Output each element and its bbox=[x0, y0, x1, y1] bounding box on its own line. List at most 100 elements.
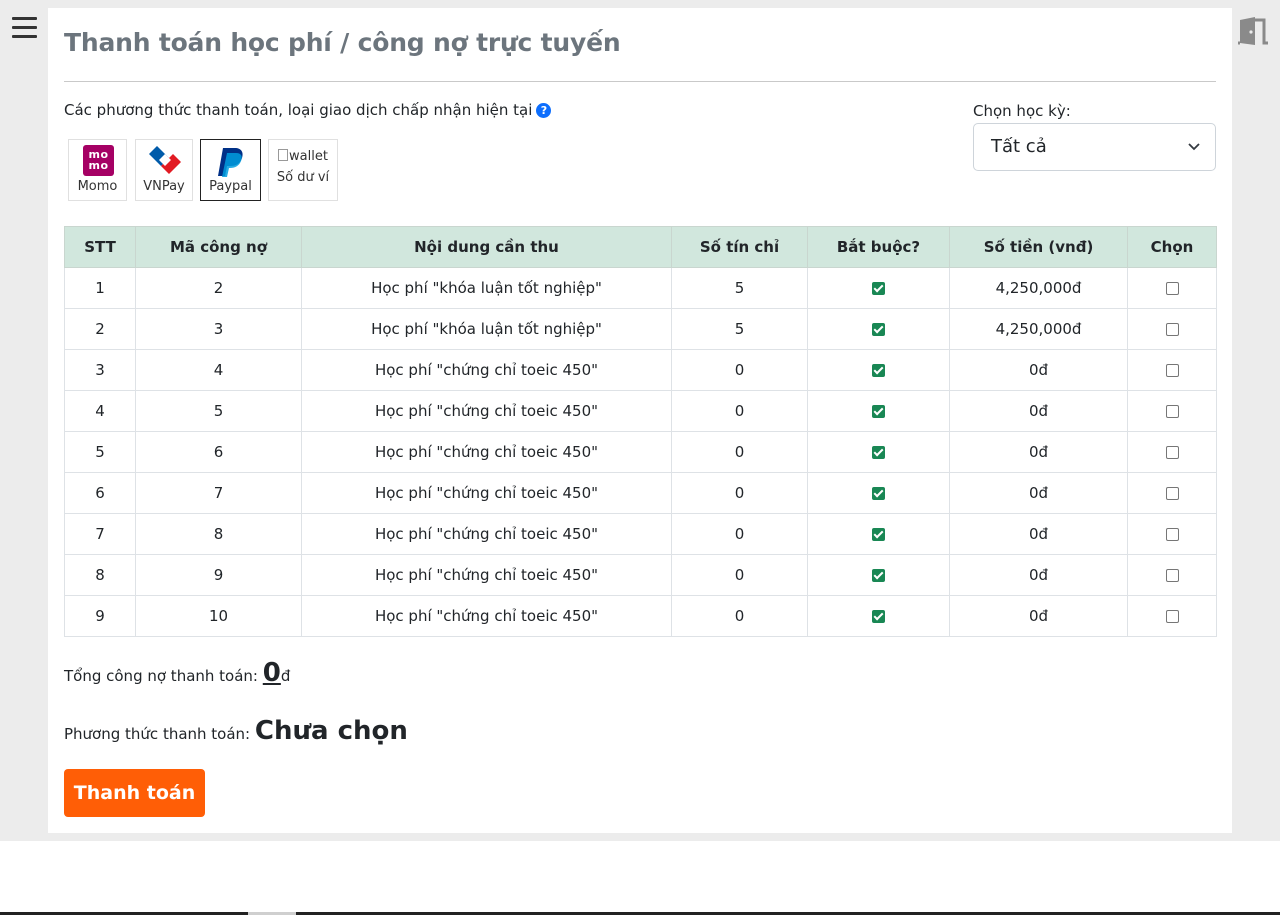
cell-noi-dung: Học phí "chứng chỉ toeic 450" bbox=[301, 554, 672, 596]
cell-chon bbox=[1127, 267, 1217, 309]
cell-so-tin-chi: 5 bbox=[671, 267, 808, 309]
cell-so-tin-chi: 0 bbox=[671, 431, 808, 473]
cell-ma-cong-no: 10 bbox=[135, 595, 302, 637]
payment-methods-label: Các phương thức thanh toán, loại giao dị… bbox=[64, 101, 552, 119]
cell-so-tien: 4,250,000đ bbox=[949, 267, 1128, 309]
cell-so-tin-chi: 0 bbox=[671, 390, 808, 432]
cell-noi-dung: Học phí "khóa luận tốt nghiệp" bbox=[301, 267, 672, 309]
method-value: Chưa chọn bbox=[254, 716, 408, 746]
vnpay-logo bbox=[149, 146, 181, 174]
cell-so-tien: 0đ bbox=[949, 513, 1128, 555]
door-exit-icon[interactable] bbox=[1237, 16, 1269, 46]
total-amount: 0 bbox=[262, 658, 281, 688]
cell-ma-cong-no: 8 bbox=[135, 513, 302, 555]
cell-ma-cong-no: 5 bbox=[135, 390, 302, 432]
cell-so-tien: 0đ bbox=[949, 390, 1128, 432]
payment-method-momo[interactable]: mo mo Momo bbox=[68, 139, 127, 201]
cell-chon bbox=[1127, 431, 1217, 473]
total-debt: Tổng công nợ thanh toán: 0đ bbox=[64, 658, 290, 688]
cell-stt: 9 bbox=[64, 595, 136, 637]
required-checkbox bbox=[872, 487, 885, 500]
method-label: Phương thức thanh toán: bbox=[64, 725, 251, 743]
select-checkbox[interactable] bbox=[1165, 364, 1179, 377]
payment-methods-text: Các phương thức thanh toán, loại giao dị… bbox=[64, 101, 533, 119]
select-checkbox[interactable] bbox=[1165, 282, 1179, 295]
semester-select-value: Tất cả bbox=[991, 136, 1047, 157]
cell-noi-dung: Học phí "khóa luận tốt nghiệp" bbox=[301, 308, 672, 350]
cell-so-tien: 0đ bbox=[949, 595, 1128, 637]
cell-ma-cong-no: 4 bbox=[135, 349, 302, 391]
payment-method-paypal[interactable]: Paypal bbox=[200, 139, 261, 201]
payment-method-label: Momo bbox=[77, 179, 118, 194]
cell-so-tien: 0đ bbox=[949, 554, 1128, 596]
payment-method-label: Paypal bbox=[209, 179, 252, 194]
cell-stt: 1 bbox=[64, 267, 136, 309]
chevron-down-icon bbox=[1188, 143, 1200, 151]
help-icon[interactable]: ? bbox=[536, 103, 552, 118]
cell-so-tin-chi: 0 bbox=[671, 595, 808, 637]
payment-card: Thanh toán học phí / công nợ trực tuyến … bbox=[48, 8, 1232, 833]
cell-noi-dung: Học phí "chứng chỉ toeic 450" bbox=[301, 431, 672, 473]
cell-bat-buoc bbox=[807, 267, 950, 309]
cell-stt: 4 bbox=[64, 390, 136, 432]
column-header-noi-dung: Nội dung cần thu bbox=[301, 226, 672, 268]
cell-bat-buoc bbox=[807, 431, 950, 473]
cell-chon bbox=[1127, 554, 1217, 596]
cell-so-tin-chi: 0 bbox=[671, 554, 808, 596]
cell-noi-dung: Học phí "chứng chỉ toeic 450" bbox=[301, 513, 672, 555]
required-checkbox bbox=[872, 364, 885, 377]
cell-ma-cong-no: 7 bbox=[135, 472, 302, 514]
required-checkbox bbox=[872, 528, 885, 541]
cell-stt: 6 bbox=[64, 472, 136, 514]
table-row: 5 6 Học phí "chứng chỉ toeic 450" 0 0đ bbox=[64, 431, 1217, 473]
select-checkbox[interactable] bbox=[1165, 487, 1179, 500]
pay-button[interactable]: Thanh toán bbox=[64, 769, 205, 817]
column-header-ma-cong-no: Mã công nợ bbox=[135, 226, 302, 268]
select-checkbox[interactable] bbox=[1165, 569, 1179, 582]
cell-bat-buoc bbox=[807, 472, 950, 514]
hamburger-menu-icon[interactable] bbox=[12, 17, 38, 41]
semester-select[interactable]: Tất cả bbox=[973, 123, 1216, 171]
payment-method-wallet[interactable]: wallet Số dư ví bbox=[268, 139, 338, 201]
cell-chon bbox=[1127, 595, 1217, 637]
select-checkbox[interactable] bbox=[1165, 610, 1179, 623]
select-checkbox[interactable] bbox=[1165, 528, 1179, 541]
cell-noi-dung: Học phí "chứng chỉ toeic 450" bbox=[301, 349, 672, 391]
momo-logo: mo mo bbox=[83, 145, 114, 176]
paypal-logo bbox=[218, 148, 243, 177]
cell-noi-dung: Học phí "chứng chỉ toeic 450" bbox=[301, 390, 672, 432]
title-divider bbox=[64, 81, 1216, 82]
required-checkbox bbox=[872, 405, 885, 418]
table-row: 7 8 Học phí "chứng chỉ toeic 450" 0 0đ bbox=[64, 513, 1217, 555]
cell-stt: 8 bbox=[64, 554, 136, 596]
cell-bat-buoc bbox=[807, 513, 950, 555]
required-checkbox bbox=[872, 610, 885, 623]
cell-ma-cong-no: 3 bbox=[135, 308, 302, 350]
cell-chon bbox=[1127, 513, 1217, 555]
total-currency: đ bbox=[280, 667, 291, 685]
total-label: Tổng công nợ thanh toán: bbox=[64, 667, 258, 685]
select-checkbox[interactable] bbox=[1165, 446, 1179, 459]
payment-method-summary: Phương thức thanh toán: Chưa chọn bbox=[64, 716, 408, 746]
select-checkbox[interactable] bbox=[1165, 405, 1179, 418]
table-row: 8 9 Học phí "chứng chỉ toeic 450" 0 0đ bbox=[64, 554, 1217, 596]
broken-image-icon: wallet bbox=[278, 149, 328, 164]
column-header-so-tin-chi: Số tín chỉ bbox=[671, 226, 808, 268]
column-header-so-tien: Số tiền (vnđ) bbox=[949, 226, 1128, 268]
cell-bat-buoc bbox=[807, 554, 950, 596]
debt-table: STT Mã công nợ Nội dung cần thu Số tín c… bbox=[64, 226, 1217, 637]
table-header-row: STT Mã công nợ Nội dung cần thu Số tín c… bbox=[64, 226, 1217, 268]
cell-ma-cong-no: 2 bbox=[135, 267, 302, 309]
semester-label: Chọn học kỳ: bbox=[973, 102, 1071, 120]
cell-bat-buoc bbox=[807, 390, 950, 432]
cell-so-tin-chi: 0 bbox=[671, 513, 808, 555]
payment-method-vnpay[interactable]: VNPay bbox=[135, 139, 193, 201]
cell-bat-buoc bbox=[807, 308, 950, 350]
column-header-chon: Chọn bbox=[1127, 226, 1217, 268]
column-header-stt: STT bbox=[64, 226, 136, 268]
cell-so-tien: 4,250,000đ bbox=[949, 308, 1128, 350]
cell-so-tin-chi: 0 bbox=[671, 472, 808, 514]
select-checkbox[interactable] bbox=[1165, 323, 1179, 336]
required-checkbox bbox=[872, 569, 885, 582]
table-row: 2 3 Học phí "khóa luận tốt nghiệp" 5 4,2… bbox=[64, 308, 1217, 350]
